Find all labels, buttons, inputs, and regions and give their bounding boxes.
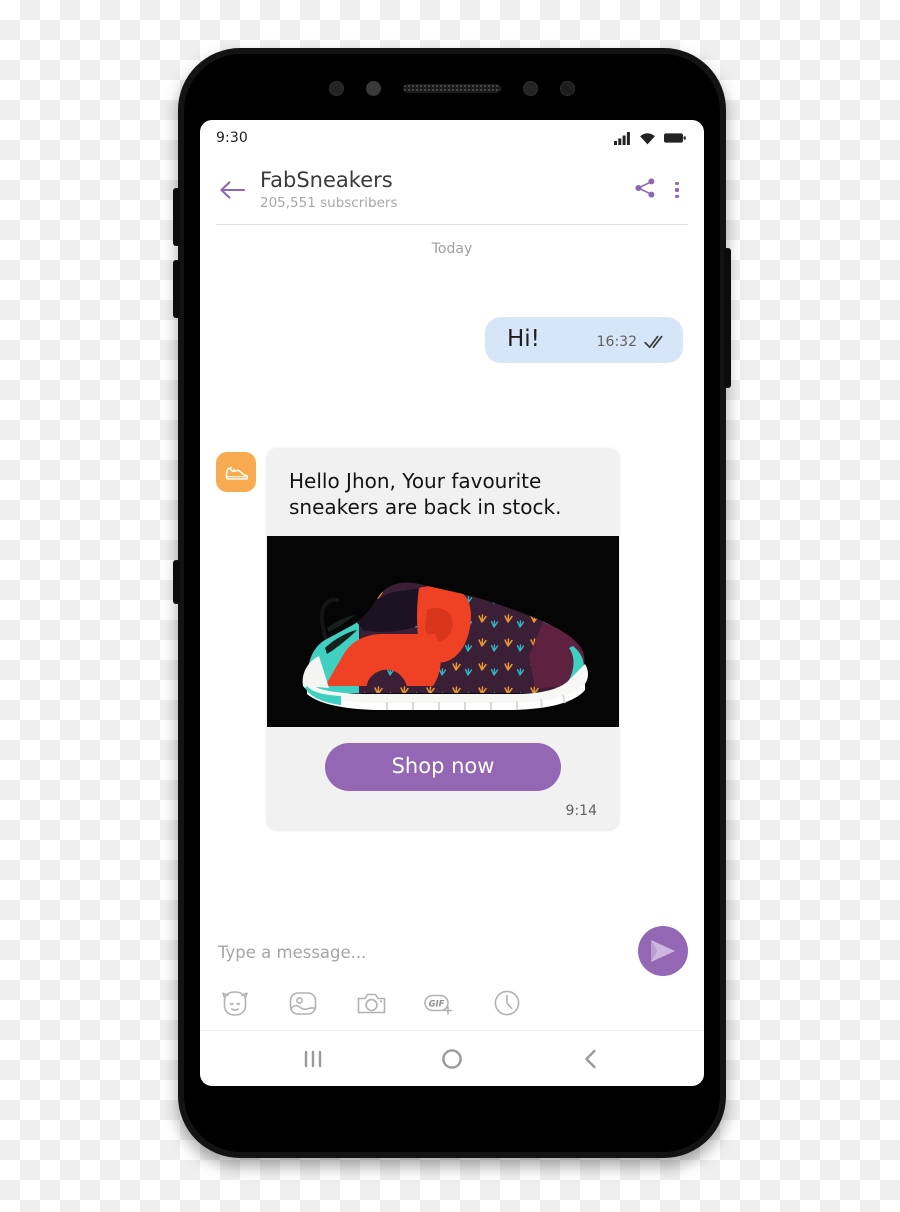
gallery-icon — [289, 991, 317, 1015]
send-button[interactable] — [638, 926, 688, 976]
back-nav-button[interactable] — [569, 1037, 613, 1081]
message-input[interactable] — [216, 932, 630, 970]
header-actions — [634, 177, 686, 203]
product-image[interactable] — [267, 536, 619, 727]
sneaker-product-photo — [267, 536, 619, 727]
shop-now-button[interactable]: Shop now — [325, 743, 561, 791]
gif-button[interactable]: GIF — [422, 986, 456, 1020]
phone-screen: 9:30 FabSneakers 205,551 subscribers Tod… — [200, 120, 704, 1086]
composer: GIF — [200, 926, 704, 1030]
outgoing-message-meta: 16:32 — [597, 334, 667, 350]
chat-header: FabSneakers 205,551 subscribers — [200, 156, 704, 224]
avatar[interactable] — [216, 452, 256, 492]
battery-icon — [664, 133, 686, 143]
navigation-bar — [200, 1030, 704, 1086]
status-bar: 9:30 — [200, 120, 704, 156]
volume-down-button[interactable] — [173, 260, 180, 318]
phone-device: 9:30 FabSneakers 205,551 subscribers Tod… — [173, 48, 731, 1158]
more-dot — [675, 182, 679, 186]
share-button[interactable] — [634, 177, 656, 203]
camera-button[interactable] — [354, 986, 388, 1020]
assistant-button[interactable] — [173, 560, 180, 604]
promo-card-footer: Shop now 9:14 — [267, 727, 619, 829]
sticker-button[interactable] — [218, 986, 252, 1020]
power-button[interactable] — [724, 248, 731, 388]
more-dot — [675, 194, 679, 198]
promo-message-card: Hello Jhon, Your favourite sneakers are … — [267, 448, 619, 829]
signal-icon — [614, 131, 630, 145]
camera-icon — [357, 993, 385, 1013]
attachment-row: GIF — [216, 976, 688, 1024]
day-separator: Today — [431, 241, 473, 257]
outgoing-message-bubble[interactable]: Hi! 16:32 — [485, 317, 683, 363]
double-check-icon — [644, 335, 663, 349]
recents-button[interactable] — [291, 1037, 335, 1081]
gallery-button[interactable] — [286, 986, 320, 1020]
more-dot — [675, 188, 679, 192]
volume-up-button[interactable] — [173, 188, 180, 246]
outgoing-message-time: 16:32 — [596, 334, 637, 350]
overflow-menu-button[interactable] — [668, 178, 686, 202]
clock-icon — [494, 990, 520, 1016]
back-icon — [584, 1049, 596, 1068]
channel-name: FabSneakers — [260, 167, 393, 192]
schedule-button[interactable] — [490, 986, 524, 1020]
svg-text:GIF: GIF — [429, 998, 445, 1008]
conversation: Today Hi! 16:32 Hello Jhon, Your favouri… — [200, 225, 704, 926]
back-button[interactable] — [214, 172, 250, 208]
outgoing-message-text: Hi! — [507, 326, 540, 352]
promo-card-text: Hello Jhon, Your favourite sneakers are … — [289, 469, 562, 519]
recents-icon — [305, 1050, 322, 1067]
arrow-left-icon — [219, 181, 245, 199]
home-button[interactable] — [430, 1037, 474, 1081]
wifi-icon — [640, 132, 655, 144]
header-titles[interactable]: FabSneakers 205,551 subscribers — [260, 167, 634, 212]
status-icons — [614, 131, 686, 145]
incoming-message-row: Hello Jhon, Your favourite sneakers are … — [216, 448, 688, 829]
sticker-icon — [222, 990, 248, 1016]
sneaker-icon — [225, 466, 249, 480]
share-icon — [635, 178, 655, 198]
gif-icon: GIF — [424, 994, 453, 1015]
send-icon — [651, 940, 675, 962]
home-icon — [442, 1048, 462, 1069]
composer-top-row — [216, 926, 688, 976]
status-time: 9:30 — [216, 130, 248, 146]
subscriber-count: 205,551 subscribers — [260, 195, 398, 212]
outgoing-message-row: Hi! 16:32 — [216, 317, 688, 363]
promo-card-time: 9:14 — [565, 803, 597, 819]
